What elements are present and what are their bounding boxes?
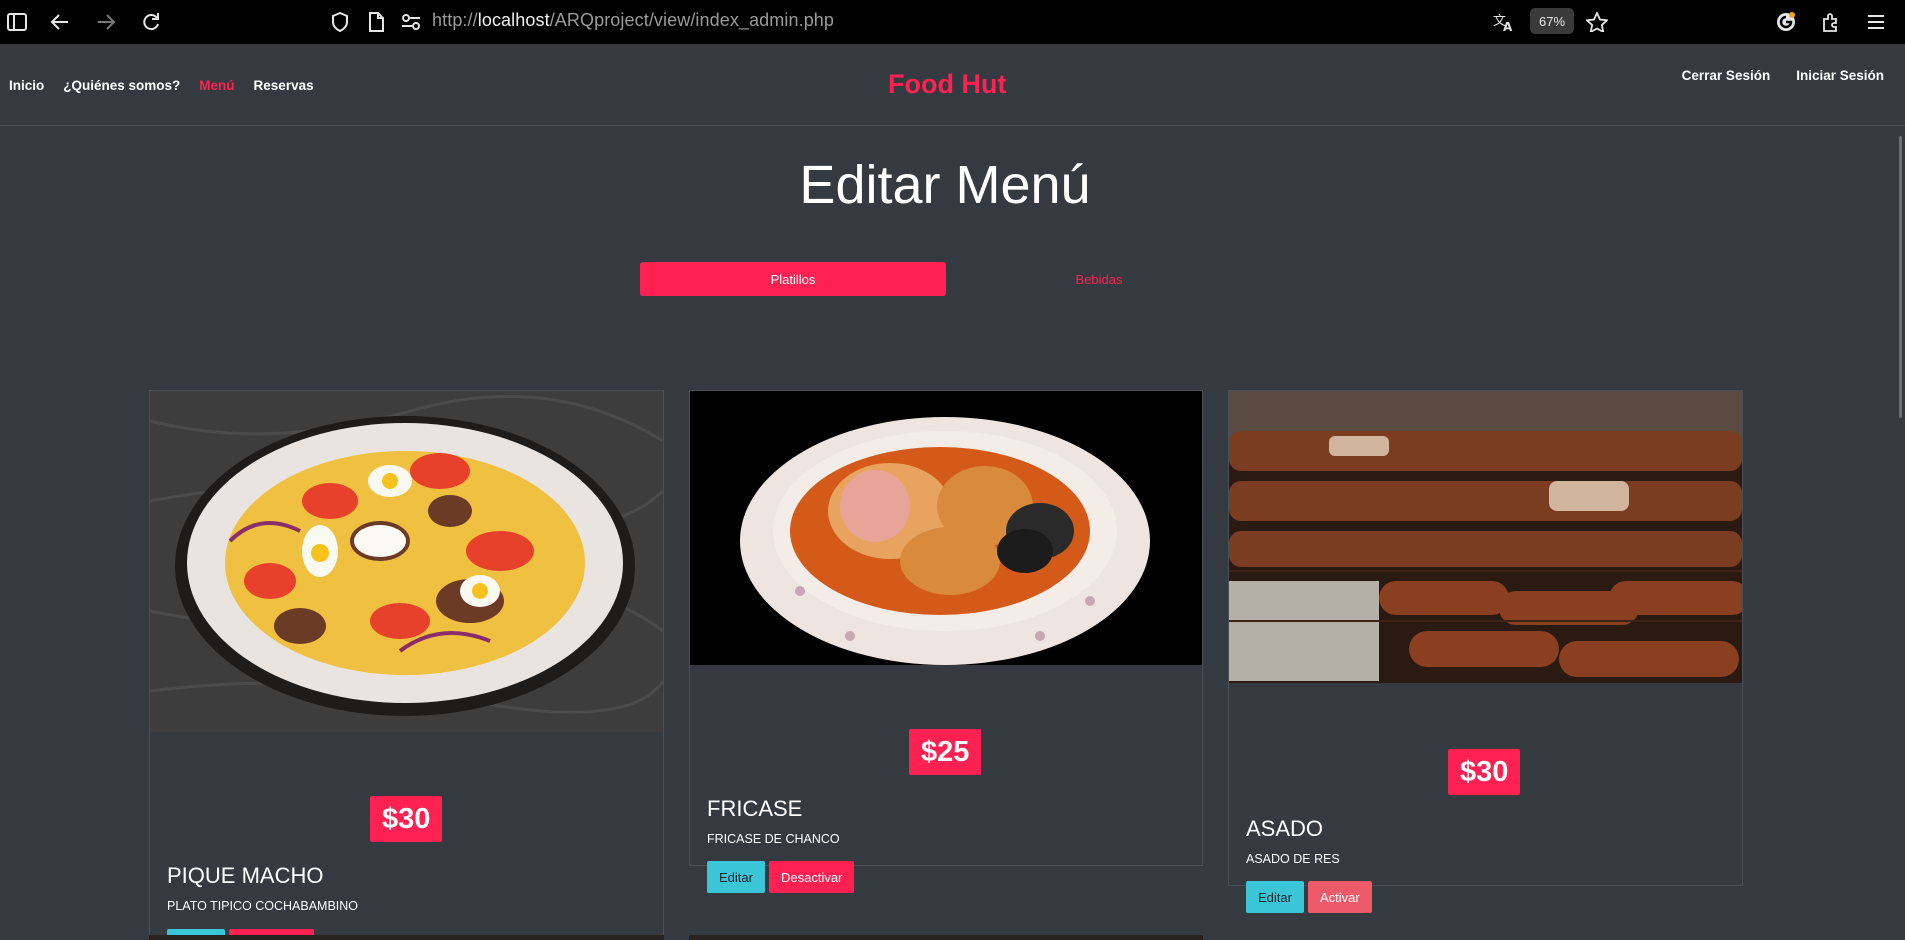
edit-button[interactable]: Editar [1246, 881, 1304, 913]
dish-description: ASADO DE RES [1246, 852, 1340, 866]
dish-photo [150, 391, 663, 732]
menu-card: $25 FRICASE FRICASE DE CHANCO Editar Des… [689, 390, 1203, 893]
svg-text:A: A [1503, 20, 1513, 32]
permissions-icon[interactable] [397, 8, 425, 36]
url-path: /ARQproject/view/index_admin.php [549, 10, 835, 30]
page-title: Editar Menú [799, 155, 1091, 215]
edit-button[interactable]: Editar [707, 861, 765, 893]
nav-link-reservas[interactable]: Reservas [254, 78, 314, 93]
logout-link[interactable]: Cerrar Sesión [1682, 68, 1771, 83]
nav-links: Inicio ¿Quiénes somos? Menú Reservas [9, 78, 333, 93]
translate-icon[interactable]: 文A [1490, 8, 1518, 36]
page-scrollbar[interactable] [1899, 136, 1902, 418]
activate-button[interactable]: Activar [1307, 881, 1372, 913]
url-host: localhost [477, 10, 550, 30]
dish-description: FRICASE DE CHANCO [707, 832, 840, 846]
brand-logo[interactable]: Food Hut [888, 69, 1006, 100]
sidebar-icon[interactable] [3, 8, 31, 36]
dish-photo [690, 391, 1202, 665]
nav-link-inicio[interactable]: Inicio [9, 78, 44, 93]
card-actions: Editar Desactivar [707, 861, 855, 893]
card-actions: Editar Activar [1246, 881, 1372, 913]
profile-icon[interactable] [1772, 8, 1800, 36]
auth-links: Cerrar Sesión Iniciar Sesión [1656, 68, 1884, 83]
tab-bebidas[interactable]: Bebidas [946, 262, 1252, 296]
extensions-icon[interactable] [1817, 8, 1845, 36]
zoom-level[interactable]: 67% [1530, 8, 1574, 34]
tab-platillos[interactable]: Platillos [640, 262, 946, 296]
menu-card: $30 PIQUE MACHO PLATO TIPICO COCHABAMBIN… [149, 390, 664, 940]
address-bar[interactable]: http://localhost/ARQproject/view/index_a… [432, 10, 834, 31]
login-link[interactable]: Iniciar Sesión [1796, 68, 1884, 83]
forward-arrow-icon[interactable] [92, 8, 120, 36]
browser-toolbar: http://localhost/ARQproject/view/index_a… [0, 0, 1905, 44]
reload-icon[interactable] [137, 8, 165, 36]
dish-name: FRICASE [707, 796, 803, 821]
price-badge: $30 [370, 796, 443, 842]
shield-icon[interactable] [326, 8, 354, 36]
price-badge: $30 [1448, 749, 1521, 795]
nav-link-quienes-somos[interactable]: ¿Quiénes somos? [63, 78, 180, 93]
back-arrow-icon[interactable] [46, 8, 74, 36]
nav-link-menu[interactable]: Menú [199, 78, 234, 93]
dish-photo [1229, 391, 1742, 683]
page-icon[interactable] [362, 8, 390, 36]
menu-icon[interactable] [1862, 8, 1890, 36]
dish-name: PIQUE MACHO [167, 863, 324, 888]
next-card-peek [689, 935, 1203, 940]
menu-card: $30 ASADO ASADO DE RES Editar Activar [1228, 390, 1743, 913]
web-page: Inicio ¿Quiénes somos? Menú Reservas Foo… [0, 44, 1905, 940]
star-icon[interactable] [1583, 8, 1611, 36]
deactivate-button[interactable]: Desactivar [768, 861, 855, 893]
site-navbar: Inicio ¿Quiénes somos? Menú Reservas Foo… [0, 44, 1905, 126]
next-card-peek [149, 935, 664, 940]
dish-description: PLATO TIPICO COCHABAMBINO [167, 899, 359, 913]
url-prefix: http:// [432, 10, 478, 30]
price-badge: $25 [909, 729, 982, 775]
dish-name: ASADO [1246, 816, 1324, 841]
